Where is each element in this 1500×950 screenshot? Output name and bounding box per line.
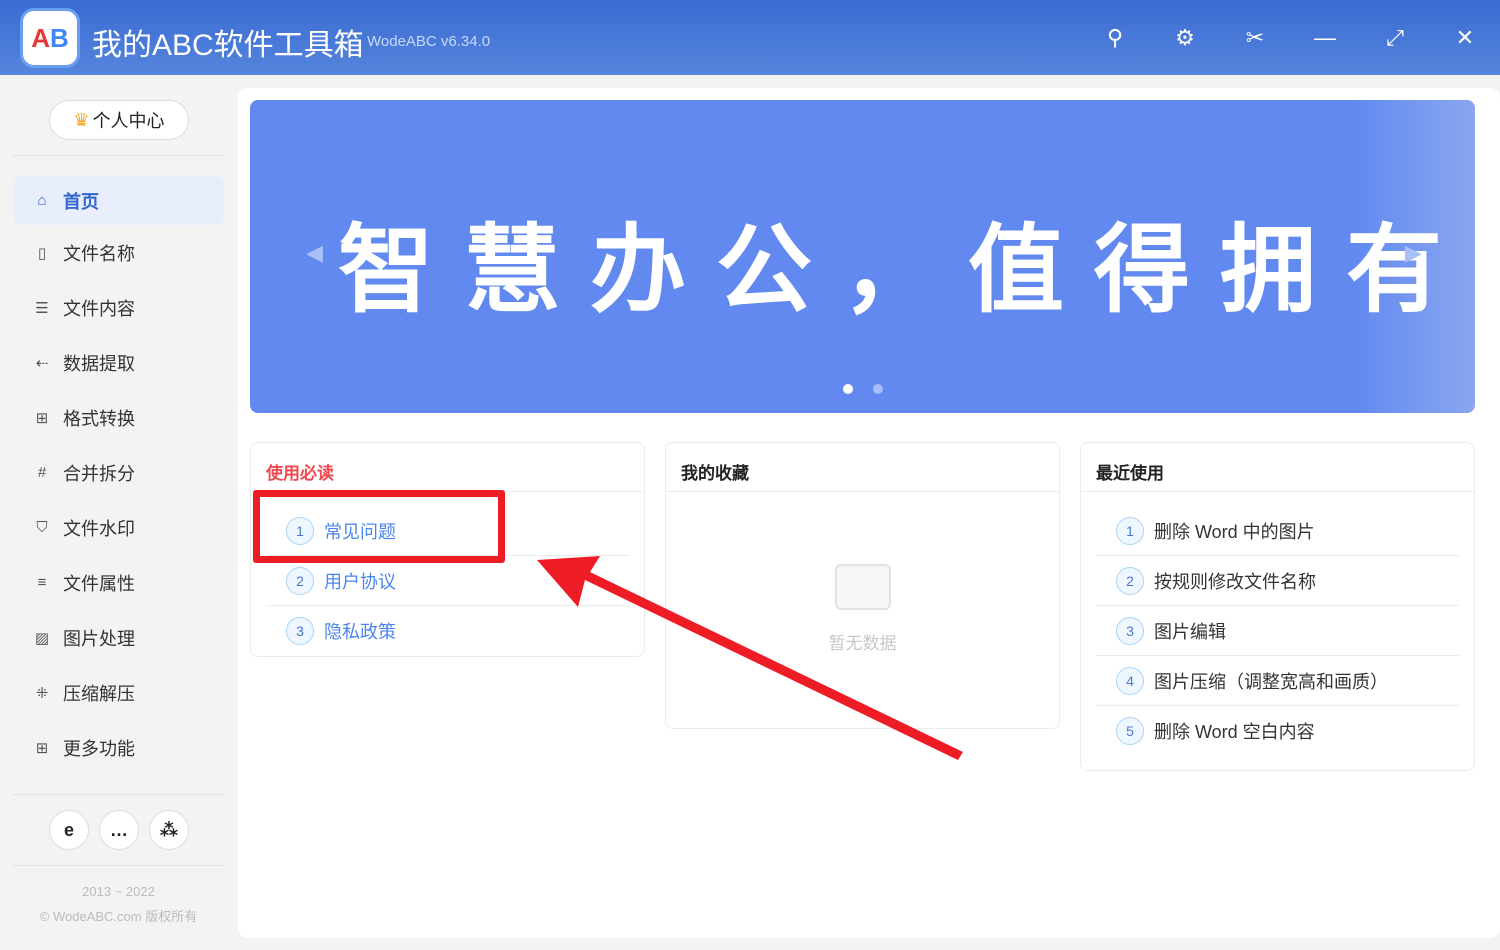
red-arrow-annotation	[537, 556, 963, 760]
